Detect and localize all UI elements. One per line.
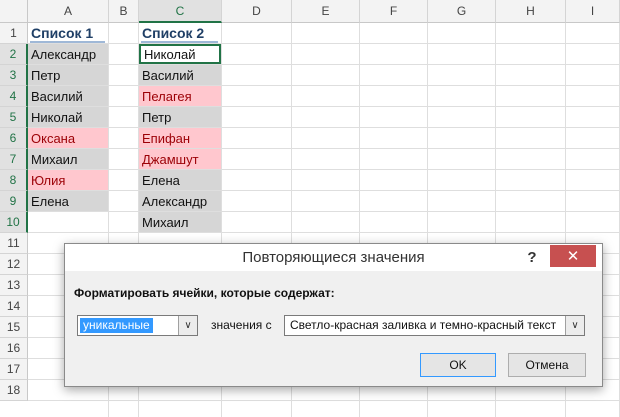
column-header-f[interactable]: F xyxy=(360,0,428,23)
list1-cell[interactable]: Александр xyxy=(28,44,108,64)
chevron-down-icon[interactable]: ∨ xyxy=(565,316,584,335)
format-select-value: Светло-красная заливка и темно-красный т… xyxy=(290,318,557,332)
grid-line xyxy=(28,148,620,149)
grid-line xyxy=(28,64,620,65)
row-header-10[interactable]: 10 xyxy=(0,212,28,233)
column-header-g[interactable]: G xyxy=(428,0,496,23)
grid-line xyxy=(28,211,620,212)
select-all-corner[interactable] xyxy=(0,0,28,23)
column-header-b[interactable]: B xyxy=(109,0,139,23)
column-header-a[interactable]: A xyxy=(28,0,109,23)
rule-select-value: уникальные xyxy=(80,318,153,333)
row-header-12[interactable]: 12 xyxy=(0,254,28,275)
row-header-11[interactable]: 11 xyxy=(0,233,28,254)
active-cell[interactable]: Николай xyxy=(139,44,221,64)
close-button[interactable]: ✕ xyxy=(550,245,596,267)
cancel-button[interactable]: Отмена xyxy=(508,353,586,377)
list2-cell[interactable]: Пелагея xyxy=(139,86,221,106)
grid-line xyxy=(28,169,620,170)
list2-cell[interactable]: Михаил xyxy=(139,212,221,232)
ok-button[interactable]: OK xyxy=(420,353,496,377)
list2-header[interactable]: Список 2 xyxy=(139,23,221,43)
row-header-17[interactable]: 17 xyxy=(0,359,28,380)
grid-line xyxy=(28,190,620,191)
grid-line xyxy=(28,127,620,128)
column-header-d[interactable]: D xyxy=(222,0,292,23)
row-header-13[interactable]: 13 xyxy=(0,275,28,296)
list2-cell[interactable]: Джамшут xyxy=(139,149,221,169)
help-icon[interactable]: ? xyxy=(522,247,542,267)
row-header-8[interactable]: 8 xyxy=(0,170,28,191)
list1-cell[interactable]: Петр xyxy=(28,65,108,85)
grid-line xyxy=(28,106,620,107)
row-header-1[interactable]: 1 xyxy=(0,23,28,44)
format-cells-prompt: Форматировать ячейки, которые содержат: xyxy=(74,286,335,300)
column-header-h[interactable]: H xyxy=(496,0,566,23)
list1-cell[interactable]: Михаил xyxy=(28,149,108,169)
row-header-5[interactable]: 5 xyxy=(0,107,28,128)
grid-line xyxy=(28,400,620,401)
row-header-2[interactable]: 2 xyxy=(0,44,28,65)
column-header-i[interactable]: I xyxy=(566,0,620,23)
row-header-4[interactable]: 4 xyxy=(0,86,28,107)
list1-cell[interactable]: Василий xyxy=(28,86,108,106)
header-underline xyxy=(141,41,218,43)
list1-cell[interactable]: Елена xyxy=(28,191,108,211)
list2-cell[interactable]: Александр xyxy=(139,191,221,211)
list1-cell[interactable]: Николай xyxy=(28,107,108,127)
grid-line xyxy=(28,43,620,44)
values-with-label: значения с xyxy=(211,318,272,332)
list2-cell[interactable]: Елена xyxy=(139,170,221,190)
row-header-3[interactable]: 3 xyxy=(0,65,28,86)
row-header-16[interactable]: 16 xyxy=(0,338,28,359)
row-header-6[interactable]: 6 xyxy=(0,128,28,149)
grid-line xyxy=(28,232,620,233)
list2-cell[interactable]: Епифан xyxy=(139,128,221,148)
row-header-14[interactable]: 14 xyxy=(0,296,28,317)
rule-select[interactable]: уникальные ∨ xyxy=(77,315,198,336)
chevron-down-icon[interactable]: ∨ xyxy=(178,316,197,335)
row-header-15[interactable]: 15 xyxy=(0,317,28,338)
list1-header[interactable]: Список 1 xyxy=(28,23,108,43)
grid-line xyxy=(28,85,620,86)
list2-cell[interactable]: Петр xyxy=(139,107,221,127)
list1-cell[interactable]: Юлия xyxy=(28,170,108,190)
column-header-e[interactable]: E xyxy=(292,0,360,23)
row-header-7[interactable]: 7 xyxy=(0,149,28,170)
row-header-9[interactable]: 9 xyxy=(0,191,28,212)
list1-cell[interactable]: Оксана xyxy=(28,128,108,148)
column-header-c[interactable]: C xyxy=(139,0,222,23)
duplicate-values-dialog: Повторяющиеся значения ? ✕ Форматировать… xyxy=(64,243,603,387)
row-header-18[interactable]: 18 xyxy=(0,380,28,401)
header-underline xyxy=(30,41,105,43)
format-select[interactable]: Светло-красная заливка и темно-красный т… xyxy=(284,315,585,336)
list2-cell[interactable]: Василий xyxy=(139,65,221,85)
